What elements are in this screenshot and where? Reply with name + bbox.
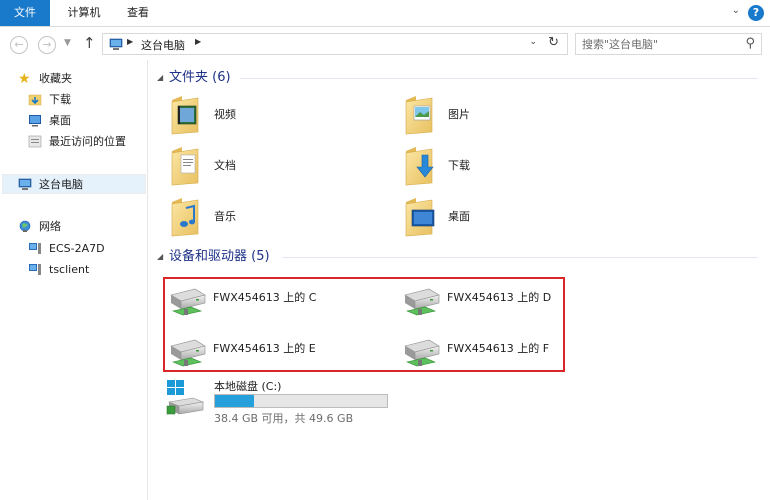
- tab-view[interactable]: 查看: [118, 0, 158, 26]
- nav-item-recent-places[interactable]: 最近访问的位置: [28, 132, 146, 152]
- recent-locations-dropdown-icon[interactable]: ▼: [64, 38, 71, 48]
- tab-file[interactable]: 文件: [0, 0, 50, 26]
- network-drive-c[interactable]: FWX454613 上的 C: [167, 283, 367, 319]
- back-button[interactable]: ←: [10, 36, 28, 54]
- up-button[interactable]: ↑: [83, 34, 96, 52]
- nav-item-desktop[interactable]: 桌面: [28, 111, 146, 131]
- documents-folder-icon: [168, 145, 208, 187]
- navigation-pane: ★ 收藏夹 下载 桌面 最近访问的位置 这台电脑 网络 ECS-2A7D tsc…: [0, 60, 148, 500]
- address-history-dropdown-icon[interactable]: ⌄: [529, 37, 537, 47]
- folder-videos[interactable]: 视频: [168, 92, 368, 138]
- videos-folder-icon: [168, 94, 208, 136]
- network-drive-icon: [167, 336, 207, 370]
- local-disk-name: 本地磁盘 (C:): [214, 380, 282, 393]
- computer-icon: [29, 264, 41, 275]
- tab-computer[interactable]: 计算机: [56, 0, 112, 26]
- search-box[interactable]: ⚲: [575, 33, 762, 55]
- local-disk-icon: [166, 380, 205, 415]
- collapse-caret-icon[interactable]: ◢: [157, 248, 163, 266]
- folder-pictures[interactable]: 图片: [402, 92, 602, 138]
- breadcrumb-this-pc[interactable]: 这台电脑: [141, 37, 185, 53]
- breadcrumb-chevron-icon[interactable]: ▶: [195, 37, 201, 46]
- recent-places-icon: [28, 135, 42, 148]
- star-icon: ★: [18, 71, 31, 87]
- group-divider: [282, 257, 758, 258]
- folder-desktop[interactable]: 桌面: [402, 194, 602, 240]
- forward-button[interactable]: →: [38, 36, 56, 54]
- network-icon: [19, 220, 31, 232]
- network-drive-d[interactable]: FWX454613 上的 D: [401, 283, 601, 319]
- network-drive-icon: [167, 285, 207, 319]
- nav-network[interactable]: 网络: [18, 217, 146, 237]
- desktop-folder-icon: [402, 196, 435, 238]
- ribbon: 文件 计算机 查看 ⌄ ?: [0, 0, 770, 27]
- nav-item-ecs-2a7d[interactable]: ECS-2A7D: [28, 239, 146, 259]
- network-drive-icon: [401, 336, 441, 370]
- address-separator-icon[interactable]: ▶: [127, 37, 133, 46]
- collapse-caret-icon[interactable]: ◢: [157, 69, 163, 87]
- search-icon[interactable]: ⚲: [745, 36, 755, 51]
- disk-usage-fill: [215, 395, 254, 407]
- this-pc-icon: [18, 178, 32, 190]
- this-pc-icon: [109, 38, 123, 50]
- music-folder-icon: [168, 196, 208, 238]
- pictures-folder-icon: [402, 94, 442, 136]
- desktop-icon: [29, 115, 41, 127]
- address-bar[interactable]: ▶ 这台电脑 ▶ ⌄ ↻: [102, 33, 568, 55]
- refresh-icon[interactable]: ↻: [548, 35, 559, 50]
- disk-usage-bar: [214, 394, 388, 408]
- nav-item-downloads[interactable]: 下载: [28, 90, 146, 110]
- folder-music[interactable]: 音乐: [168, 194, 368, 240]
- local-disk-free-space: 38.4 GB 可用，共 49.6 GB: [214, 412, 354, 425]
- nav-this-pc[interactable]: 这台电脑: [2, 174, 146, 194]
- network-drive-e[interactable]: FWX454613 上的 E: [167, 334, 367, 370]
- downloads-folder-icon: [402, 145, 434, 187]
- network-drive-f[interactable]: FWX454613 上的 F: [401, 334, 601, 370]
- downloads-icon: [28, 94, 42, 106]
- nav-item-tsclient[interactable]: tsclient: [28, 260, 146, 280]
- local-disk-c[interactable]: 本地磁盘 (C:) 38.4 GB 可用，共 49.6 GB: [165, 376, 405, 426]
- folder-documents[interactable]: 文档: [168, 143, 368, 189]
- search-input[interactable]: [582, 37, 732, 51]
- network-drive-icon: [401, 285, 441, 319]
- ribbon-collapse-chevron-icon[interactable]: ⌄: [732, 5, 740, 16]
- computer-icon: [29, 243, 41, 254]
- folder-downloads[interactable]: 下载: [402, 143, 602, 189]
- help-button[interactable]: ?: [748, 5, 764, 21]
- group-divider: [240, 78, 758, 79]
- navigation-bar: ← → ▼ ↑ ▶ 这台电脑 ▶ ⌄ ↻ ⚲: [0, 28, 770, 60]
- nav-favorites[interactable]: ★ 收藏夹: [18, 69, 146, 89]
